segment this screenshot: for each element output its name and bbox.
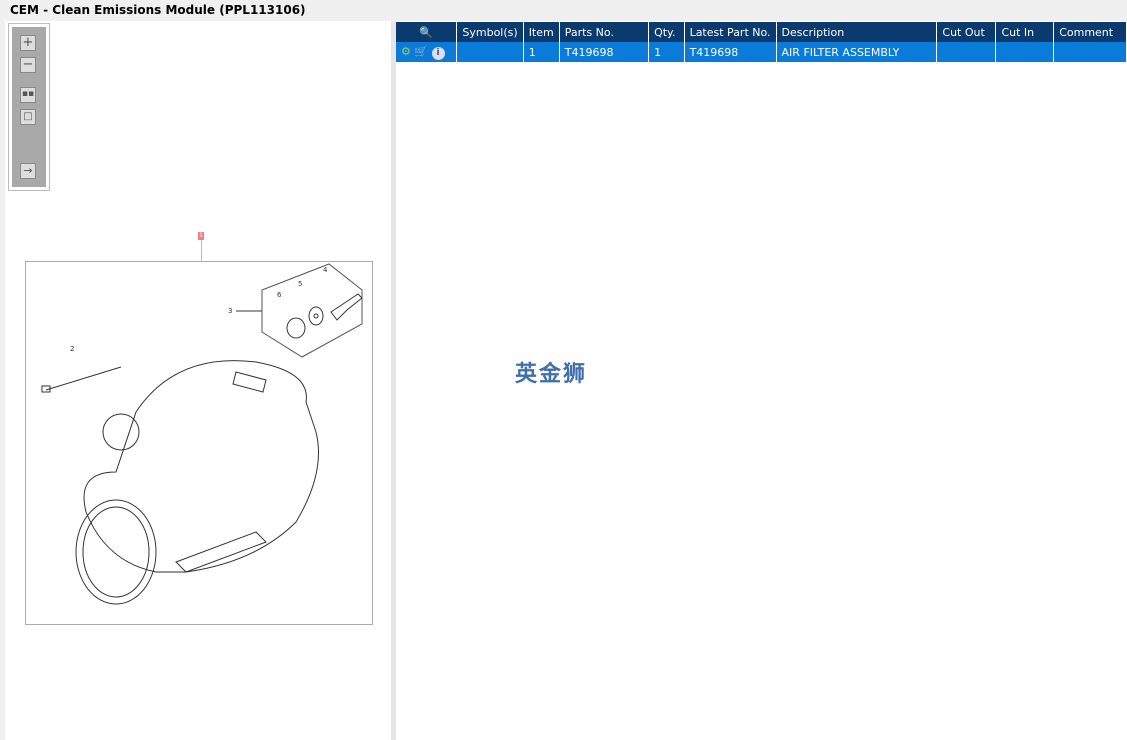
cart-icon[interactable]: 🛒 <box>414 45 428 58</box>
column-header-qty[interactable]: Qty. <box>648 22 685 42</box>
callout-line <box>201 240 202 261</box>
label-6: 6 <box>277 291 282 299</box>
cell-symbols <box>456 42 524 62</box>
column-header-cut-in[interactable]: Cut In <box>995 22 1055 42</box>
column-header-comment[interactable]: Comment <box>1053 22 1127 42</box>
column-header-latest-part-no[interactable]: Latest Part No. <box>684 22 777 42</box>
watermark: 英金狮 <box>515 362 588 387</box>
label-2: 2 <box>70 345 74 353</box>
zoom-in-button[interactable]: + <box>20 35 36 51</box>
callout-1[interactable]: 1 <box>198 232 204 240</box>
cell-comment <box>1053 42 1127 62</box>
parts-drawing: 3 4 5 6 2 <box>25 261 373 625</box>
column-header-cut-out[interactable]: Cut Out <box>936 22 997 42</box>
parts-table: 🔍 Symbol(s) Item Parts No. Qty. Latest P… <box>396 22 1127 62</box>
label-3: 3 <box>228 307 232 315</box>
window-title: CEM - Clean Emissions Module (PPL113106) <box>10 3 306 17</box>
column-header-item[interactable]: Item <box>523 22 560 42</box>
label-4: 4 <box>323 266 328 274</box>
column-header-symbols[interactable]: Symbol(s) <box>456 22 524 42</box>
column-header-search[interactable]: 🔍 <box>396 22 458 42</box>
cell-qty: 1 <box>648 42 685 62</box>
column-header-parts-no[interactable]: Parts No. <box>559 22 650 42</box>
cell-cut-out <box>936 42 997 62</box>
table-row[interactable]: ⚙ 🛒 i 1 T419698 1 T419698 AIR FILTER ASS… <box>396 42 1127 62</box>
cell-cut-in <box>995 42 1055 62</box>
cell-description: AIR FILTER ASSEMBLY <box>776 42 938 62</box>
info-icon[interactable]: i <box>431 46 445 60</box>
link-icon[interactable]: ⚙ <box>401 45 411 58</box>
actual-size-button[interactable]: □ <box>20 109 36 125</box>
parts-list-panel: 🔍 Symbol(s) Item Parts No. Qty. Latest P… <box>396 21 1127 740</box>
table-header-row: 🔍 Symbol(s) Item Parts No. Qty. Latest P… <box>396 22 1127 42</box>
label-5: 5 <box>298 280 302 288</box>
cell-parts-no: T419698 <box>559 42 650 62</box>
row-actions: ⚙ 🛒 i <box>396 42 458 62</box>
drawing-panel: + − ▪▪ □ → 1 3 4 5 6 2 <box>5 21 391 740</box>
zoom-out-button[interactable]: − <box>20 57 36 73</box>
cell-latest-part-no: T419698 <box>684 42 777 62</box>
fit-all-button[interactable]: ▪▪ <box>20 87 36 103</box>
export-button[interactable]: → <box>20 163 36 179</box>
drawing-toolbar: + − ▪▪ □ → <box>8 23 50 191</box>
search-icon[interactable]: 🔍 <box>419 26 433 39</box>
column-header-description[interactable]: Description <box>776 22 938 42</box>
cell-item: 1 <box>523 42 560 62</box>
